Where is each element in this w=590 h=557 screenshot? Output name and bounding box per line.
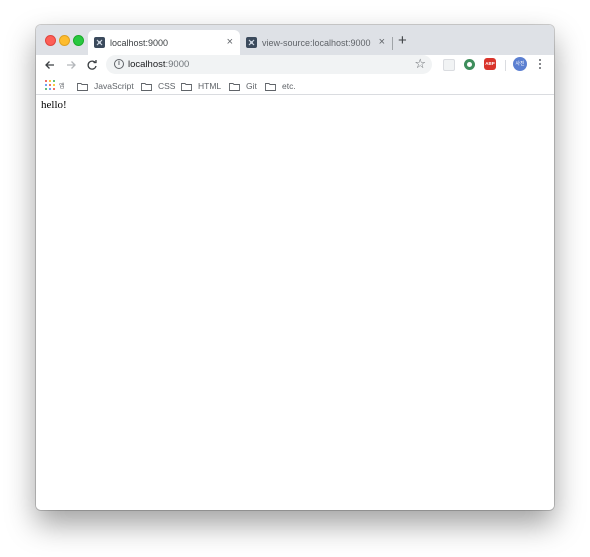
new-tab-button[interactable]: + — [398, 33, 407, 48]
bookmark-folder-git[interactable]: Git — [229, 79, 257, 93]
tab-divider — [392, 37, 393, 50]
folder-icon — [181, 82, 192, 91]
folder-icon — [77, 82, 88, 91]
reload-button[interactable] — [84, 57, 100, 73]
window-close-button[interactable] — [45, 35, 56, 46]
folder-icon — [229, 82, 240, 91]
bookmark-folder-javascript[interactable]: JavaScript — [77, 79, 134, 93]
arrow-right-icon — [67, 61, 76, 69]
bookmark-label: Git — [246, 81, 257, 91]
tab-strip: localhost:9000 × view-source:localhost:9… — [36, 25, 554, 55]
url-text[interactable]: localhost:9000 — [128, 59, 189, 70]
bookmark-folder-css[interactable]: CSS — [141, 79, 175, 93]
extension-green-icon[interactable] — [464, 59, 475, 70]
tab-close-icon[interactable]: × — [379, 36, 385, 48]
folder-icon — [141, 82, 152, 91]
navigation-toolbar: i localhost:9000 ☆ ABP 사진 — [36, 55, 554, 77]
browser-window: localhost:9000 × view-source:localhost:9… — [36, 25, 554, 510]
forward-button[interactable] — [63, 57, 79, 73]
site-favicon-icon — [246, 37, 257, 48]
profile-avatar[interactable]: 사진 — [513, 57, 527, 71]
site-favicon-icon — [94, 37, 105, 48]
window-maximize-button[interactable] — [73, 35, 84, 46]
bookmark-folder-html[interactable]: HTML — [181, 79, 221, 93]
tab-view-source[interactable]: view-source:localhost:9000 × — [240, 30, 392, 55]
reload-icon — [87, 60, 97, 70]
tab-title: localhost:9000 — [110, 38, 169, 48]
extension-blank-icon[interactable] — [443, 59, 455, 71]
page-body-text: hello! — [41, 99, 67, 111]
address-bar[interactable]: i localhost:9000 ☆ — [106, 55, 432, 74]
bookmark-label: CSS — [158, 81, 176, 91]
apps-grid-icon[interactable] — [45, 80, 56, 91]
window-minimize-button[interactable] — [59, 35, 70, 46]
bookmark-star-icon[interactable]: ☆ — [414, 56, 426, 72]
tab-title: view-source:localhost:9000 — [262, 38, 371, 48]
apps-label[interactable]: 앱 — [59, 81, 65, 90]
bookmarks-bar: 앱 JavaScript CSS HTML Git etc. — [36, 77, 554, 95]
toolbar-divider — [505, 60, 506, 71]
back-button[interactable] — [42, 57, 58, 73]
url-port: :9000 — [165, 59, 190, 70]
info-icon[interactable]: i — [114, 59, 124, 69]
folder-icon — [265, 82, 276, 91]
tab-close-icon[interactable]: × — [227, 36, 233, 48]
page-viewport: hello! — [36, 95, 554, 510]
bookmark-label: HTML — [198, 81, 222, 91]
adblock-plus-icon[interactable]: ABP — [484, 58, 496, 70]
tab-localhost[interactable]: localhost:9000 × — [88, 30, 240, 55]
url-host: localhost — [128, 59, 166, 70]
kebab-menu-icon[interactable] — [536, 57, 544, 73]
bookmark-label: JavaScript — [94, 81, 134, 91]
bookmark-label: etc. — [282, 81, 296, 91]
arrow-left-icon — [45, 61, 54, 69]
bookmark-folder-etc[interactable]: etc. — [265, 79, 296, 93]
